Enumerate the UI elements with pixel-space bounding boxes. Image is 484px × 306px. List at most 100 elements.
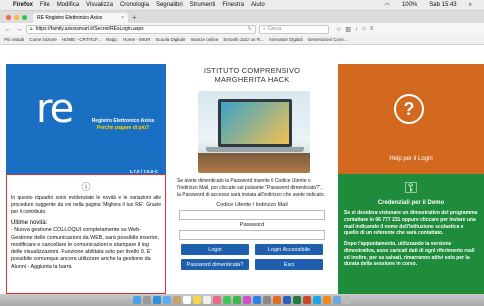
news-heading: Ultime novità: [11, 220, 48, 227]
demo-tile[interactable]: ⚿ Credenziali per il Demo Se si desidera… [338, 174, 484, 294]
word-icon[interactable] [283, 296, 291, 304]
menu-file[interactable]: File [40, 2, 50, 8]
home-icon[interactable]: ⌂ [362, 26, 366, 33]
news-panel: ⓘ In questo riquadro sono evidenziate le… [6, 174, 166, 294]
mac-dock [0, 294, 484, 306]
safari-icon[interactable] [153, 296, 161, 304]
login-hint: Se avete dimenticato la Password inserit… [177, 178, 325, 198]
close-tab-icon[interactable]: × [121, 15, 124, 21]
tab-bar: RE Registro Elettronico Axios × + [0, 11, 484, 23]
finder-icon[interactable] [133, 296, 141, 304]
menubar-status: ◠ 100% Sab 15:43 ⌕ [385, 2, 484, 9]
wifi-icon[interactable]: ◠ [385, 2, 390, 9]
school-image [198, 91, 310, 173]
trash-icon[interactable] [343, 296, 351, 304]
clock[interactable]: Sab 15:43 [429, 2, 456, 9]
forward-button[interactable]: → [15, 26, 23, 33]
key-icon: ⚿ [404, 180, 418, 197]
itunes-icon[interactable] [243, 296, 251, 304]
menu-modifica[interactable]: Modifica [57, 2, 79, 8]
facetime-icon[interactable] [233, 296, 241, 304]
launchpad-icon[interactable] [143, 296, 151, 304]
downloads-icon[interactable] [333, 296, 341, 304]
menu-cronologia[interactable]: Cronologia [120, 2, 149, 8]
bookmark-item[interactable]: Istanze online [191, 37, 219, 42]
demo-text-1: Se si desidera visionare un dimostrativo… [344, 210, 478, 237]
back-button[interactable]: ← [4, 26, 12, 33]
bookmark-item[interactable]: Smooth Jazz on R... [223, 37, 264, 42]
bookmark-item[interactable]: Scuola Digitale [155, 37, 185, 42]
menu-app-name[interactable]: Firefox [13, 2, 33, 8]
notes-icon[interactable] [193, 296, 201, 304]
school-name: ISTITUTO COMPRENSIVO MARGHERITA HACK [172, 66, 332, 85]
demo-text-2: Dopo l'appuntamento, utilizzando la vers… [344, 241, 475, 268]
bookmark-item[interactable]: Rapp. [106, 37, 118, 42]
preferences-icon[interactable] [263, 296, 271, 304]
reload-icon[interactable]: ↻ [248, 26, 252, 32]
re-logo: re [36, 86, 74, 132]
mail-icon[interactable] [163, 296, 171, 304]
user-label: Codice Utente / Indirizzo Mail [216, 202, 288, 209]
search-field[interactable]: ⌕ Cerca [259, 24, 329, 34]
zoom-window-button[interactable] [22, 14, 27, 20]
bookmark-item[interactable]: Animatori Digitali [269, 37, 303, 42]
news-intro: In questo riquadro sono evidenziate le n… [11, 195, 161, 215]
school-name-line1: ISTITUTO COMPRENSIVO [203, 66, 301, 75]
powerpoint-icon[interactable] [303, 296, 311, 304]
star-icon[interactable]: ☆ [336, 26, 341, 33]
books-image [198, 153, 310, 173]
re-why-link[interactable]: Perchè pagare di più? [80, 125, 166, 131]
download-icon[interactable]: ↓ [355, 26, 358, 33]
bookmark-item[interactable]: Home - MIUR [123, 37, 151, 42]
password-label: Password [239, 222, 265, 229]
tab-title: RE Registro Elettronico Axios [37, 15, 103, 21]
menu-visualizza[interactable]: Visualizza [86, 2, 113, 8]
menu-finestra[interactable]: Finestra [222, 2, 244, 8]
menu-icon[interactable]: ≡ [370, 26, 374, 33]
exit-button[interactable]: Esci [255, 259, 323, 271]
laptop-screen [218, 99, 292, 147]
window-controls [6, 14, 27, 20]
school-name-line2: MARGHERITA HACK [214, 75, 290, 85]
messages-icon[interactable] [223, 296, 231, 304]
menu-aiuto[interactable]: Aiuto [251, 2, 265, 8]
search-placeholder: Cerca [267, 26, 282, 32]
photos-icon[interactable] [213, 296, 221, 304]
question-icon: ? [394, 94, 424, 124]
lock-icon: 🔒︎ [30, 26, 33, 32]
menu-segnalibri[interactable]: Segnalibri [156, 2, 183, 8]
bookmark-item[interactable]: Più visitati [4, 37, 24, 42]
calendar-icon[interactable] [183, 296, 191, 304]
bookmark-item[interactable]: Come iniziare [29, 37, 57, 42]
laptop-base [206, 147, 304, 152]
contacts-icon[interactable] [173, 296, 181, 304]
battery-percent[interactable]: 100% [402, 2, 417, 9]
search-field-icon: ⌕ [263, 26, 266, 32]
skype-icon[interactable] [313, 296, 321, 304]
appstore-icon[interactable] [253, 296, 261, 304]
minimize-window-button[interactable] [14, 14, 19, 20]
login-button[interactable]: Login [181, 244, 249, 256]
excel-icon[interactable] [293, 296, 301, 304]
menu-strumenti[interactable]: Strumenti [190, 2, 216, 8]
help-label: Help per il Login [389, 156, 433, 162]
new-tab-button[interactable]: + [132, 13, 137, 22]
reminders-icon[interactable] [203, 296, 211, 304]
bookmark-item[interactable]: HOME - CRTITLF... [62, 37, 101, 42]
library-icon[interactable]: ▥ [345, 26, 351, 33]
address-bar[interactable]: 🔒︎ https://family.axiossmart.it/Secret/R… [26, 24, 256, 34]
bookmark-item[interactable]: Generazioni Conn... [308, 37, 348, 42]
vlc-icon[interactable] [323, 296, 331, 304]
url-text: https://family.axiossmart.it/Secret/REsL… [35, 26, 144, 32]
close-window-button[interactable] [6, 14, 11, 20]
user-input[interactable] [179, 210, 325, 221]
firefox-icon[interactable] [273, 296, 281, 304]
news-body: - Nuova gestione COLLOQUI completamente … [11, 227, 160, 270]
page-content: re Registro Elettronico Axios Perchè pag… [0, 46, 484, 294]
re-title-text: Registro Elettronico Axios [91, 118, 155, 124]
forgot-password-button[interactable]: Password dimenticata? [181, 259, 249, 271]
tab-active[interactable]: RE Registro Elettronico Axios × [33, 13, 128, 23]
password-input[interactable] [179, 230, 325, 241]
accessible-login-button[interactable]: Login Accessibile [255, 244, 323, 256]
search-icon[interactable]: ⌕ [469, 2, 472, 9]
